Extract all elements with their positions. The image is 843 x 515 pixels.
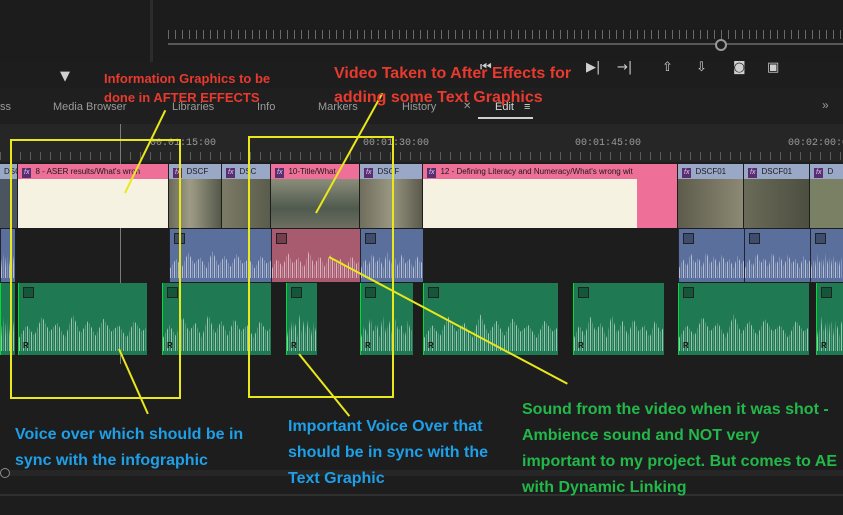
scroll-handle[interactable] xyxy=(0,468,10,478)
fx-badge xyxy=(821,287,832,298)
waveform xyxy=(574,314,664,351)
waveform xyxy=(679,314,809,351)
fx-badge: fx xyxy=(226,168,236,178)
waveform xyxy=(811,250,843,278)
fx-badge xyxy=(683,287,694,298)
timecode-label: 00:02:00:00 xyxy=(788,138,843,149)
annotation-voice-over: Voice over which should be in sync with … xyxy=(15,426,244,469)
clip-label: DSCF01 xyxy=(761,167,793,176)
clip-thumbnail xyxy=(744,179,809,228)
annotation-video-to-ae: Video Taken to After Effects for adding … xyxy=(334,65,572,106)
audio-clip[interactable]: R xyxy=(678,283,809,355)
highlight-box-text-graphic xyxy=(248,136,394,398)
clip-thumbnail xyxy=(810,179,843,228)
annotation-info-graphics: Information Graphics to be done in AFTER… xyxy=(104,71,271,105)
lift-icon[interactable]: ⇧ xyxy=(662,61,673,74)
channel-label: R xyxy=(821,341,827,350)
clip-label: D xyxy=(827,167,834,176)
fx-badge: fx xyxy=(814,168,824,178)
audio-clip[interactable] xyxy=(810,229,843,282)
fx-badge: fx xyxy=(427,168,437,178)
audio-clip[interactable] xyxy=(744,229,810,282)
fx-badge xyxy=(815,233,826,244)
playhead-knob[interactable] xyxy=(715,39,727,51)
channel-label: R xyxy=(683,341,689,350)
channel-label: R xyxy=(578,341,584,350)
clip-thumbnail xyxy=(637,179,677,228)
clip-thumbnail xyxy=(423,179,637,228)
fx-badge xyxy=(683,233,694,244)
audio-clip[interactable]: R xyxy=(816,283,843,355)
timecode-label: 00:01:45:00 xyxy=(575,138,642,149)
annotation-important-voice: Important Voice Over that should be in s… xyxy=(288,418,489,487)
extract-icon[interactable]: ⇩ xyxy=(696,61,707,74)
fx-badge xyxy=(578,287,589,298)
annotation-ambience: Sound from the video when it was shot - … xyxy=(522,401,837,496)
fx-badge: fx xyxy=(748,168,758,178)
monitor-scrub-track[interactable] xyxy=(168,43,843,45)
clip-label: DSCF xyxy=(186,167,209,176)
video-clip[interactable]: fx DSCF01 xyxy=(744,164,809,228)
overflow-icon[interactable]: » xyxy=(822,98,829,112)
waveform xyxy=(745,250,810,278)
video-clip[interactable]: fx 12 - Defining Literacy and Numeracy/Wh… xyxy=(423,164,677,228)
channel-label: R xyxy=(428,341,434,350)
waveform xyxy=(679,250,744,278)
tab-effects[interactable]: ss xyxy=(0,101,11,113)
video-clip[interactable]: fx DSCF01 xyxy=(678,164,743,228)
comparison-view-icon[interactable]: ▣ xyxy=(767,61,779,74)
clip-label: DSCF01 xyxy=(695,167,727,176)
clip-thumbnail xyxy=(678,179,743,228)
active-tab-underline xyxy=(478,117,533,119)
audio-clip[interactable]: R xyxy=(573,283,664,355)
monitor-ruler[interactable] xyxy=(168,30,843,39)
fx-badge xyxy=(749,233,760,244)
highlight-box-infographic xyxy=(10,139,181,399)
panel-divider xyxy=(150,0,153,62)
clip-label: 12 - Defining Literacy and Numeracy/What… xyxy=(440,167,633,176)
fx-badge: fx xyxy=(682,168,692,178)
fx-badge xyxy=(428,287,439,298)
filter-icon[interactable]: ▼ xyxy=(60,70,70,83)
camera-icon[interactable]: ◙ xyxy=(733,61,746,74)
audio-clip[interactable] xyxy=(678,229,744,282)
video-clip[interactable]: fx D xyxy=(810,164,843,228)
